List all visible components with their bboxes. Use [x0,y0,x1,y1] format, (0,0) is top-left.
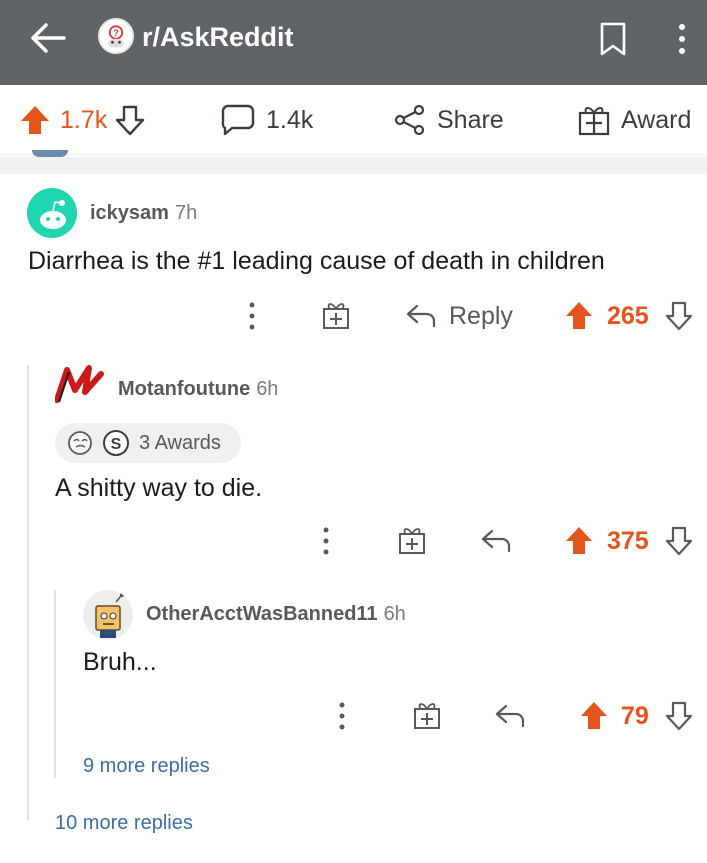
comment-author[interactable]: OtherAcctWasBanned11 6h [146,603,406,626]
username[interactable]: ickysam [90,202,169,224]
avatar[interactable] [83,590,133,640]
award-face-icon [68,431,92,455]
award-button[interactable]: Award [577,85,691,155]
downvote-icon[interactable] [115,103,145,137]
avatar[interactable] [27,188,77,238]
bookmark-icon[interactable] [598,22,628,56]
awards-count: 3 Awards [139,432,221,454]
svg-text:?: ? [113,28,118,38]
comment-author[interactable]: ickysam 7h [90,202,197,225]
subreddit-avatar[interactable]: ? [98,18,134,54]
comment-timestamp: 6h [383,603,406,625]
more-options-icon[interactable] [245,300,259,332]
comment-body: A shitty way to die. [55,474,263,502]
gift-icon[interactable] [398,525,426,555]
kebab-menu-icon[interactable] [674,22,690,56]
avatar[interactable] [55,364,107,404]
downvote-icon[interactable] [665,300,693,332]
section-divider [0,157,707,174]
subreddit-title[interactable]: r/AskReddit [142,21,294,53]
app-bar: ? r/AskReddit [0,0,707,85]
thread-line[interactable] [27,365,29,820]
award-label: Award [621,105,692,134]
upvote-icon[interactable] [578,700,610,732]
comment-bubble-icon [221,104,255,136]
comments-button[interactable]: 1.4k [220,85,313,155]
more-replies-link[interactable]: 9 more replies [83,755,210,778]
more-replies-link[interactable]: 10 more replies [55,812,193,835]
share-label: Share [437,105,504,134]
comment-score: 265 [607,302,649,330]
reply-arrow-icon[interactable] [480,528,512,554]
thread-line[interactable] [54,590,56,778]
reply-button[interactable]: Reply [449,302,513,331]
share-icon [394,104,425,136]
more-options-icon[interactable] [319,525,333,557]
downvote-icon[interactable] [665,525,693,557]
svg-text:S: S [111,436,122,453]
award-silver-icon: S [103,430,129,456]
upvote-icon[interactable] [563,525,595,557]
reply-arrow-icon[interactable] [405,303,437,329]
vote-group: 1.7k [18,85,145,155]
post-vote-count: 1.7k [60,105,108,134]
comment-count: 1.4k [266,105,314,134]
reply-arrow-icon[interactable] [494,703,526,729]
comment-body: Diarrhea is the #1 leading cause of deat… [28,247,605,275]
comment-author[interactable]: Motanfoutune 6h [118,378,278,401]
comment-timestamp: 7h [174,202,198,224]
post-action-bar: 1.7k 1.4k Share Award [0,85,707,155]
gift-icon[interactable] [413,700,441,730]
share-button[interactable]: Share [393,85,504,155]
comment-timestamp: 6h [256,378,279,400]
more-options-icon[interactable] [335,700,349,732]
upvote-icon[interactable] [18,103,52,137]
comment-score: 79 [621,702,649,730]
arrow-left-icon[interactable] [28,20,68,56]
comment-score: 375 [607,527,649,555]
username[interactable]: Motanfoutune [118,378,250,400]
upvote-icon[interactable] [563,300,595,332]
downvote-icon[interactable] [665,700,693,732]
gift-icon [578,107,610,136]
gift-icon[interactable] [322,300,350,330]
username[interactable]: OtherAcctWasBanned11 [146,603,378,625]
comment-body: Bruh... [83,648,157,676]
awards-badge[interactable]: S 3 Awards [55,423,241,463]
post-content-peek [32,150,68,157]
